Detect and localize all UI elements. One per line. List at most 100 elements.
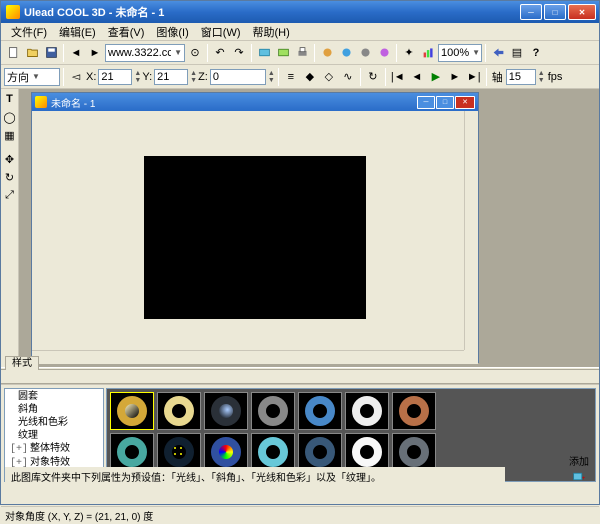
torus-preview [399, 396, 429, 426]
settings-button[interactable]: ▤ [508, 44, 526, 62]
menu-file[interactable]: 文件(F) [5, 23, 53, 41]
tree-item[interactable]: 斜角 [6, 403, 102, 416]
wand-button[interactable]: ✦ [400, 44, 418, 62]
thumbnail[interactable] [345, 433, 389, 471]
y-up[interactable]: ▲ [190, 70, 197, 77]
fwd-button[interactable]: ► [86, 44, 104, 62]
menu-window[interactable]: 窗口(W) [195, 23, 247, 41]
x-up[interactable]: ▲ [134, 70, 141, 77]
prev-key-button[interactable]: ◅ [67, 68, 85, 86]
render1-button[interactable] [318, 44, 336, 62]
help-button[interactable]: ? [527, 44, 545, 62]
child-close-button[interactable]: ✕ [455, 96, 475, 109]
zoom-value: 100% [441, 47, 469, 59]
tree-item[interactable]: 纹理 [6, 429, 102, 442]
url-combo[interactable]: ▼ [105, 44, 185, 62]
redo-button[interactable]: ↷ [230, 44, 248, 62]
child-min-button[interactable]: ─ [417, 96, 435, 109]
zoom-combo[interactable]: 100%▼ [438, 44, 482, 62]
f-up[interactable]: ▲ [538, 70, 545, 77]
back-button[interactable]: ◄ [67, 44, 85, 62]
thumbnail[interactable] [392, 433, 436, 471]
save-button[interactable] [42, 44, 60, 62]
next-frame-button[interactable]: ► [446, 68, 464, 86]
menu-view[interactable]: 查看(V) [102, 23, 151, 41]
tree-item[interactable]: 光线和色彩 [6, 416, 102, 429]
torus-preview [305, 437, 335, 467]
frames-input[interactable] [506, 69, 536, 85]
scrollbar-horizontal[interactable] [32, 350, 464, 364]
loop-button[interactable]: ↻ [364, 68, 382, 86]
tree-item[interactable]: 圆套 [6, 390, 102, 403]
thumbnail[interactable] [204, 433, 248, 471]
print-button[interactable] [293, 44, 311, 62]
thumbnail[interactable] [110, 433, 154, 471]
maximize-button[interactable]: □ [544, 4, 566, 20]
text-tool-button[interactable]: T [2, 91, 18, 107]
go-button[interactable]: ⊙ [186, 44, 204, 62]
thumbnail[interactable] [157, 433, 201, 471]
shape-tool-button[interactable]: ◯ [2, 109, 18, 125]
undo-button[interactable]: ↶ [211, 44, 229, 62]
thumbnail[interactable] [251, 392, 295, 430]
z-up[interactable]: ▲ [268, 70, 275, 77]
x-dn[interactable]: ▼ [134, 77, 141, 84]
play-button[interactable]: ▶ [427, 68, 445, 86]
thumbnail[interactable] [110, 392, 154, 430]
move-tool-button[interactable]: ✥ [2, 151, 18, 167]
mode-combo[interactable]: 方向▼ [4, 68, 60, 86]
menu-edit[interactable]: 编辑(E) [53, 23, 102, 41]
svg-text:+: + [581, 475, 584, 482]
first-frame-button[interactable]: |◄ [389, 68, 407, 86]
render2-button[interactable] [337, 44, 355, 62]
thumbnail[interactable] [392, 392, 436, 430]
thumbnail[interactable] [298, 433, 342, 471]
y-dn[interactable]: ▼ [190, 77, 197, 84]
tool-a-button[interactable] [255, 44, 273, 62]
torus-preview [399, 437, 429, 467]
f-dn[interactable]: ▼ [538, 77, 545, 84]
minimize-button[interactable]: ─ [520, 4, 542, 20]
child-icon [35, 96, 47, 108]
menu-image[interactable]: 图像(I) [150, 23, 194, 41]
render3-button[interactable] [356, 44, 374, 62]
thumbnail[interactable] [298, 392, 342, 430]
torus-preview [117, 396, 147, 426]
open-button[interactable] [23, 44, 41, 62]
tool-b-button[interactable] [274, 44, 292, 62]
menu-help[interactable]: 帮助(H) [247, 23, 296, 41]
add-button[interactable]: + [569, 468, 587, 486]
mode-value: 方向 [7, 69, 29, 85]
thumbnail[interactable] [204, 392, 248, 430]
tree-item[interactable]: [+]整体特效 [6, 442, 102, 456]
export-button[interactable] [489, 44, 507, 62]
chart-button[interactable] [419, 44, 437, 62]
key-del-button[interactable]: ◇ [320, 68, 338, 86]
render4-button[interactable] [375, 44, 393, 62]
y-input[interactable] [154, 69, 188, 85]
close-button[interactable]: ✕ [568, 4, 596, 20]
key-add-button[interactable]: ◆ [301, 68, 319, 86]
new-button[interactable] [4, 44, 22, 62]
scrollbar-vertical[interactable] [464, 111, 478, 350]
torus-preview [211, 396, 241, 426]
url-input[interactable] [108, 47, 171, 59]
rotate-tool-button[interactable]: ↻ [2, 169, 18, 185]
curve-button[interactable]: ∿ [339, 68, 357, 86]
scale-tool-button[interactable]: ⤢ [2, 187, 18, 203]
z-input[interactable] [210, 69, 266, 85]
child-title: 未命名 - 1 [51, 95, 417, 110]
thumbnail[interactable] [345, 392, 389, 430]
prev-frame-button[interactable]: ◄ [408, 68, 426, 86]
z-dn[interactable]: ▼ [268, 77, 275, 84]
x-input[interactable] [98, 69, 132, 85]
thumbnail[interactable] [157, 392, 201, 430]
thumbnail[interactable] [251, 433, 295, 471]
tab-style[interactable]: 样式 [5, 356, 39, 370]
z-label: Z: [198, 71, 208, 83]
render-canvas[interactable] [144, 156, 366, 319]
bg-tool-button[interactable]: ▦ [2, 127, 18, 143]
last-frame-button[interactable]: ►| [465, 68, 483, 86]
child-max-button[interactable]: □ [436, 96, 454, 109]
timeline-icon[interactable]: ≡ [282, 68, 300, 86]
